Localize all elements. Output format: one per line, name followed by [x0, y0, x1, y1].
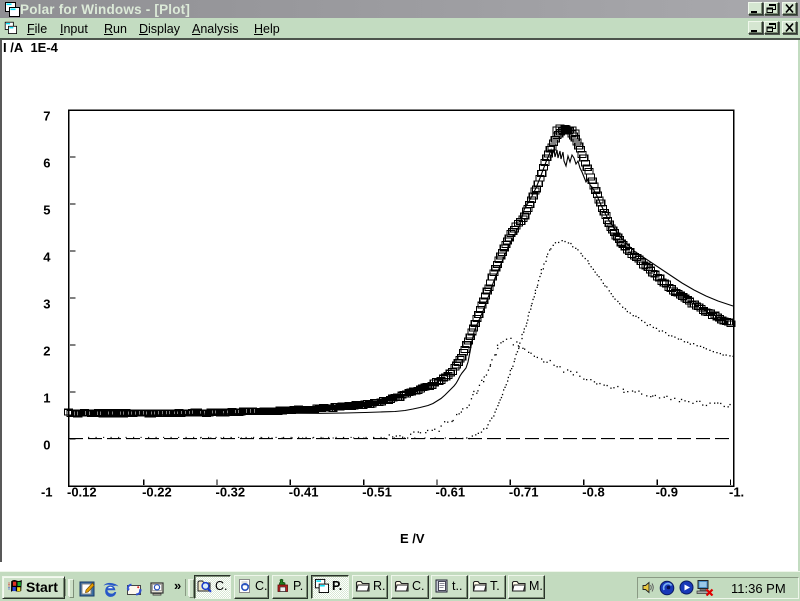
svg-text:-0.71: -0.71 [509, 485, 539, 500]
svg-text:-1.: -1. [729, 485, 744, 500]
svg-text:7: 7 [43, 109, 50, 124]
svg-text:3: 3 [43, 297, 50, 312]
svg-text:I /A 1E-4: I /A 1E-4 [3, 40, 59, 55]
svg-text:-0.41: -0.41 [289, 485, 319, 500]
svg-text:-0.9: -0.9 [656, 485, 678, 500]
svg-text:E /V: E /V [400, 531, 425, 546]
svg-text:-0.8: -0.8 [582, 485, 604, 500]
svg-text:0: 0 [43, 438, 50, 453]
svg-text:-0.12: -0.12 [67, 485, 97, 500]
svg-text:4: 4 [43, 250, 51, 265]
svg-text:-0.32: -0.32 [216, 485, 246, 500]
svg-text:2: 2 [43, 344, 50, 359]
svg-text:6: 6 [43, 156, 50, 171]
svg-text:-1: -1 [41, 485, 53, 500]
svg-text:-0.61: -0.61 [436, 485, 466, 500]
svg-text:-0.22: -0.22 [142, 485, 172, 500]
svg-text:5: 5 [43, 203, 50, 218]
svg-text:-0.51: -0.51 [362, 485, 392, 500]
svg-text:1: 1 [43, 391, 50, 406]
